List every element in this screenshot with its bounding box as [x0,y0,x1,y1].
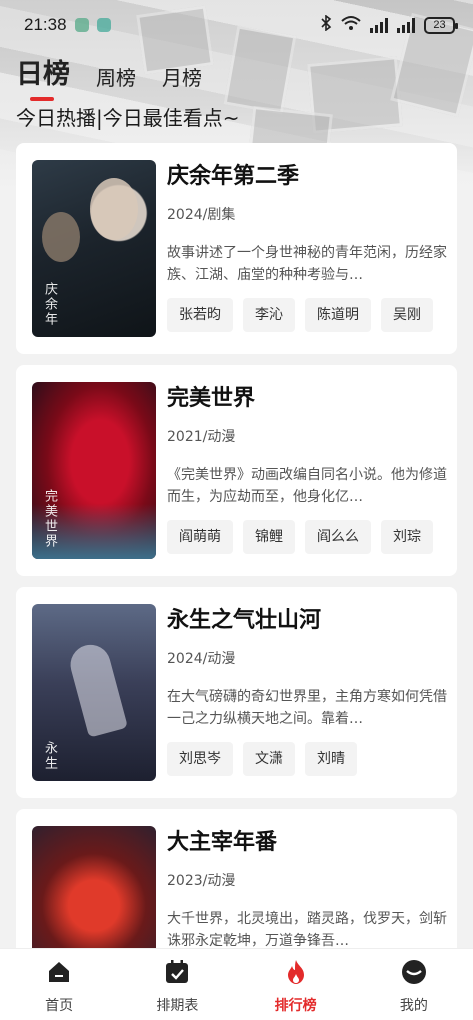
item-description: 故事讲述了一个身世神秘的青年范闲，历经家族、江湖、庙堂的种种考验与… [167,245,447,283]
tab-daily[interactable]: 日榜 [16,52,70,101]
calendar-check-icon [164,959,190,989]
profile-icon [401,959,427,989]
poster-caption: 完美世界 [42,489,57,549]
tab-monthly[interactable]: 月榜 [162,62,202,97]
ranking-tabs: 日榜 周榜 月榜 [16,52,202,101]
nav-ranking[interactable]: 排行榜 [237,949,355,1020]
signal-icon [370,17,388,33]
list-item[interactable]: 庆余年 庆余年第二季 2024/剧集 故事讲述了一个身世神秘的青年范闲，历经家族… [16,143,457,354]
bluetooth-icon [320,14,332,35]
battery-indicator: 23 [424,16,458,34]
cast-chip[interactable]: 阎萌萌 [167,520,233,554]
cast-chip[interactable]: 刘思岑 [167,742,233,776]
item-description: 《完美世界》动画改编自同名小说。他为修道而生，为应劫而至，他身化亿… [167,467,447,505]
signal-icon [397,17,415,33]
item-description: 大千世界，北灵境出，踏灵路，伐罗天，剑斩诛邪永定乾坤，万道争锋吾… [167,911,447,949]
nav-schedule[interactable]: 排期表 [118,949,236,1020]
cast-chip[interactable]: 文潇 [243,742,295,776]
cast-chip[interactable]: 刘晴 [305,742,357,776]
item-title: 大主宰年番 [167,830,278,855]
item-meta: 2024/剧集 [167,207,236,223]
flame-icon [283,959,309,989]
poster-image: 完美世界 [32,382,156,559]
cast-chip[interactable]: 锦鲤 [243,520,295,554]
tab-weekly[interactable]: 周榜 [96,62,136,97]
poster-caption: 永生 [42,741,57,771]
status-time: 21:38 [24,15,67,34]
cast-list: 刘思岑 文潇 刘晴 [167,742,448,776]
nav-label: 首页 [45,998,74,1014]
nav-label: 排期表 [156,998,199,1014]
nav-home[interactable]: 首页 [0,949,118,1020]
cast-chip[interactable]: 吴刚 [381,298,433,332]
item-title: 永生之气壮山河 [167,608,322,633]
poster-image: 永生 [32,604,156,781]
section-subtitle: 今日热播|今日最佳看点~ [16,106,240,130]
nav-label: 排行榜 [274,998,317,1014]
notification-icon [74,18,89,32]
nav-profile[interactable]: 我的 [355,949,473,1020]
nav-label: 我的 [399,998,428,1014]
cast-chip[interactable]: 张若昀 [167,298,233,332]
item-meta: 2023/动漫 [167,873,236,889]
cast-list: 阎萌萌 锦鲤 阎么么 刘琮 [167,520,448,554]
cast-chip[interactable]: 刘琮 [381,520,433,554]
cast-chip[interactable]: 陈道明 [305,298,371,332]
cast-chip[interactable]: 阎么么 [305,520,371,554]
list-item[interactable]: 永生 永生之气壮山河 2024/动漫 在大气磅礴的奇幻世界里，主角方寒如何凭借一… [16,587,457,798]
item-meta: 2021/动漫 [167,429,236,445]
poster-image: 庆余年 [32,160,156,337]
list-item[interactable]: 完美世界 完美世界 2021/动漫 《完美世界》动画改编自同名小说。他为修道而生… [16,365,457,576]
item-title: 庆余年第二季 [167,164,300,189]
wifi-icon [341,15,361,35]
item-meta: 2024/动漫 [167,651,236,667]
cast-list: 张若昀 李沁 陈道明 吴刚 [167,298,448,332]
item-title: 完美世界 [167,386,256,411]
ranking-list: 庆余年 庆余年第二季 2024/剧集 故事讲述了一个身世神秘的青年范闲，历经家族… [16,143,457,1020]
poster-caption: 庆余年 [42,282,57,327]
home-icon [46,959,72,989]
item-description: 在大气磅礴的奇幻世界里，主角方寒如何凭借一己之力纵横天地之间。靠着… [167,689,447,727]
status-bar: 21:38 23 [0,0,473,50]
notification-icon [96,18,111,32]
bottom-nav: 首页 排期表 排行榜 我的 [0,948,473,1020]
cast-chip[interactable]: 李沁 [243,298,295,332]
